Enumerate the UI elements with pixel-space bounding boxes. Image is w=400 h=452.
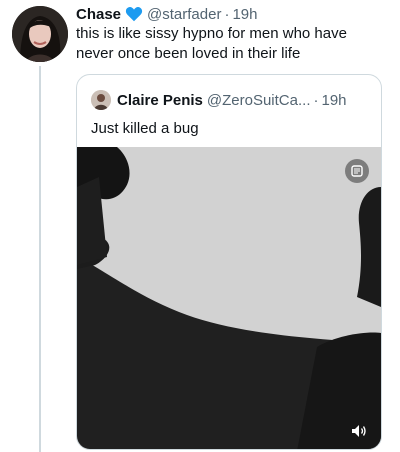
blue-heart-icon: [125, 6, 143, 22]
quoted-tweet-card[interactable]: Claire Penis @ZeroSuitCa... · 19h Just k…: [76, 74, 382, 450]
tweet-text: this is like sissy hypno for men who hav…: [76, 25, 347, 62]
tweet-header: Chase @starfader · 19h: [76, 4, 257, 24]
avatar-image: [12, 6, 68, 62]
timestamp[interactable]: 19h: [232, 6, 257, 23]
separator-dot: ·: [224, 5, 230, 23]
quoted-author-name[interactable]: Claire Penis: [117, 92, 203, 109]
author-handle[interactable]: @starfader: [147, 6, 221, 23]
avatar[interactable]: [12, 6, 68, 62]
video-frame: [77, 147, 381, 449]
speaker-icon[interactable]: [349, 423, 369, 439]
author-name[interactable]: Chase: [76, 6, 121, 23]
quoted-avatar: [91, 90, 111, 110]
video-player[interactable]: [77, 147, 381, 449]
quoted-tweet-text: Just killed a bug: [91, 120, 199, 137]
gif-pause-icon[interactable]: [345, 159, 369, 183]
quoted-tweet-header: Claire Penis @ZeroSuitCa... · 19h: [91, 89, 347, 111]
quoted-timestamp[interactable]: 19h: [321, 92, 346, 109]
quoted-author-handle[interactable]: @ZeroSuitCa...: [207, 92, 311, 109]
quoted-separator-dot: ·: [313, 91, 319, 109]
thread-line: [39, 66, 41, 452]
